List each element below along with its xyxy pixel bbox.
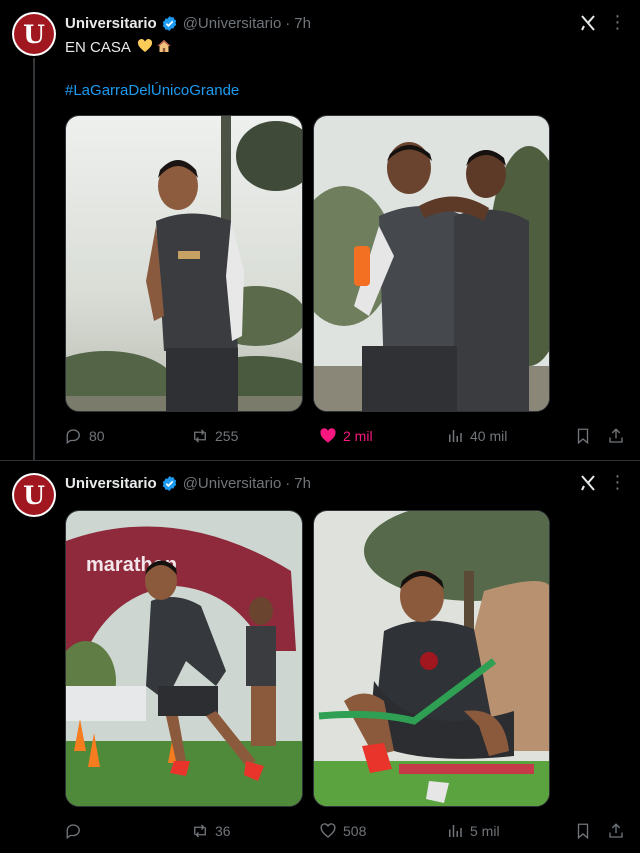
separator-dot: · <box>285 474 291 492</box>
like-button[interactable]: 2 mil <box>319 426 373 446</box>
hashtag-link[interactable]: #LaGarraDelÚnicoGrande <box>65 81 239 101</box>
views-icon <box>449 825 462 837</box>
views-button[interactable]: 5 mil <box>446 821 500 841</box>
player-smiling-photo <box>66 116 302 411</box>
author-name[interactable]: Universitario <box>65 15 157 32</box>
reply-button[interactable]: 80 <box>65 426 105 446</box>
reply-count: 80 <box>89 428 105 444</box>
view-count: 40 mil <box>470 428 508 444</box>
house-emoji <box>157 40 171 52</box>
author-name[interactable]: Universitario <box>65 475 157 492</box>
separator-dot: · <box>285 14 291 32</box>
tweet-header: Universitario @Universitario · 7h <box>65 472 311 494</box>
reply-icon <box>66 824 80 840</box>
views-icon <box>449 430 462 442</box>
tweet-image-4[interactable] <box>313 510 550 807</box>
timestamp[interactable]: 7h <box>294 15 311 32</box>
verified-badge-icon <box>162 475 176 491</box>
views-button[interactable]: 40 mil <box>446 426 507 446</box>
yellow-heart-emoji <box>138 39 153 52</box>
tweet-2[interactable]: U Universitario @Universitario · 7h ⋮ ma… <box>0 460 640 853</box>
repost-button[interactable]: 36 <box>191 821 231 841</box>
avatar-logo: U <box>23 19 45 49</box>
resistance-band-photo <box>314 511 549 806</box>
tweet-image-1[interactable] <box>65 115 303 412</box>
avatar-logo: U <box>23 480 45 510</box>
tweet-actions: 36 508 5 mil <box>65 821 630 841</box>
avatar[interactable]: U <box>12 473 56 517</box>
repost-count: 255 <box>215 428 239 444</box>
bookmark-icon[interactable] <box>574 822 592 840</box>
tweet-1[interactable]: U Universitario @Universitario · 7h ⋮ EN… <box>0 0 640 460</box>
like-count: 2 mil <box>343 428 373 444</box>
more-options-icon[interactable]: ⋮ <box>608 12 627 32</box>
like-count: 508 <box>343 823 367 839</box>
heart-filled-icon <box>320 428 336 443</box>
view-count: 5 mil <box>470 823 500 839</box>
repost-count: 36 <box>215 823 231 839</box>
thread-line <box>33 58 35 460</box>
tweet-header: Universitario @Universitario · 7h <box>65 12 311 34</box>
author-handle[interactable]: @Universitario <box>183 475 282 492</box>
share-icon[interactable] <box>607 427 625 445</box>
more-options-icon[interactable]: ⋮ <box>608 472 627 492</box>
author-handle[interactable]: @Universitario <box>183 15 282 32</box>
heart-icon <box>320 823 336 838</box>
tweet-text: EN CASA <box>65 38 172 58</box>
timestamp[interactable]: 7h <box>294 475 311 492</box>
share-icon[interactable] <box>607 822 625 840</box>
reply-icon <box>66 429 80 445</box>
repost-button[interactable]: 255 <box>191 426 238 446</box>
tweet-actions: 80 255 2 mil 40 mil <box>65 426 630 446</box>
repost-icon <box>194 824 206 838</box>
tweet-image-2[interactable] <box>313 115 550 412</box>
repost-icon <box>194 429 206 443</box>
tweet-text-content: EN CASA <box>65 39 131 56</box>
training-drill-photo: marathon <box>66 511 302 806</box>
players-embrace-photo <box>314 116 549 411</box>
tweet-image-3[interactable]: marathon <box>65 510 303 807</box>
verified-badge-icon <box>162 15 176 31</box>
avatar[interactable]: U <box>12 12 56 56</box>
grok-icon[interactable] <box>578 13 598 33</box>
like-button[interactable]: 508 <box>319 821 366 841</box>
reply-button[interactable] <box>65 821 89 841</box>
grok-icon[interactable] <box>578 473 598 493</box>
bookmark-icon[interactable] <box>574 427 592 445</box>
